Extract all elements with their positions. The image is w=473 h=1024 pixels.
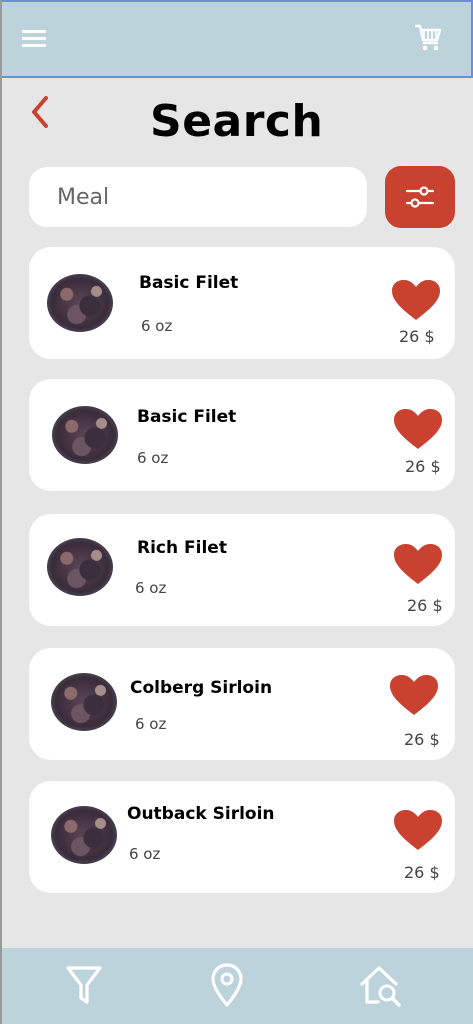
back-icon[interactable] [26, 94, 54, 130]
heart-icon[interactable] [389, 674, 439, 716]
item-name: Colberg Sirloin [130, 678, 273, 698]
heart-icon[interactable] [391, 279, 441, 321]
meal-image [52, 406, 118, 464]
bottom-nav-bar [2, 948, 473, 1024]
item-size: 6 oz [137, 449, 169, 467]
meal-image [51, 673, 117, 731]
filter-button[interactable] [385, 166, 455, 228]
funnel-icon[interactable] [64, 962, 104, 1008]
meal-image [47, 538, 113, 596]
item-name: Basic Filet [139, 273, 239, 293]
heart-icon[interactable] [393, 408, 443, 450]
list-item[interactable]: Rich Filet 6 oz 26 $ [29, 514, 455, 626]
item-name: Rich Filet [137, 538, 227, 558]
filter-sliders-icon [405, 186, 435, 208]
item-name: Basic Filet [137, 407, 237, 427]
item-price: 26 $ [407, 596, 443, 615]
list-item[interactable]: Colberg Sirloin 6 oz 26 $ [29, 648, 455, 760]
meal-image [51, 806, 117, 864]
page-title: Search [150, 96, 324, 147]
item-price: 26 $ [399, 327, 435, 346]
location-pin-icon[interactable] [207, 962, 247, 1008]
list-item[interactable]: Basic Filet 6 oz 26 $ [29, 379, 455, 491]
home-search-icon[interactable] [358, 962, 404, 1008]
item-size: 6 oz [141, 317, 173, 335]
item-price: 26 $ [404, 863, 440, 882]
menu-icon[interactable] [22, 30, 46, 48]
item-size: 6 oz [129, 845, 161, 863]
meal-image [47, 274, 113, 332]
cart-icon[interactable] [413, 22, 443, 52]
item-size: 6 oz [135, 715, 167, 733]
list-item[interactable]: Basic Filet 6 oz 26 $ [29, 247, 455, 359]
search-input[interactable] [29, 167, 367, 227]
item-name: Outback Sirloin [127, 804, 275, 824]
item-price: 26 $ [405, 457, 441, 476]
item-size: 6 oz [135, 579, 167, 597]
top-app-bar [2, 0, 473, 78]
heart-icon[interactable] [393, 543, 443, 585]
list-item[interactable]: Outback Sirloin 6 oz 26 $ [29, 781, 455, 893]
item-price: 26 $ [404, 730, 440, 749]
heart-icon[interactable] [393, 809, 443, 851]
